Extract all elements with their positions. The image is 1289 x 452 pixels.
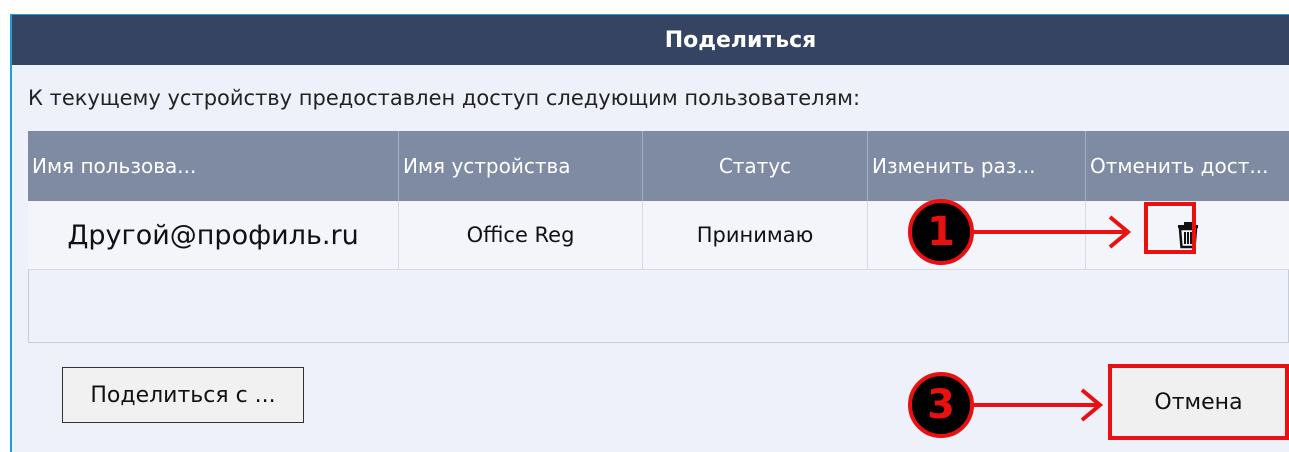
arrow-1-icon	[972, 215, 1132, 249]
arrow-3-icon	[972, 388, 1104, 422]
annotation-arrows	[972, 215, 1132, 422]
